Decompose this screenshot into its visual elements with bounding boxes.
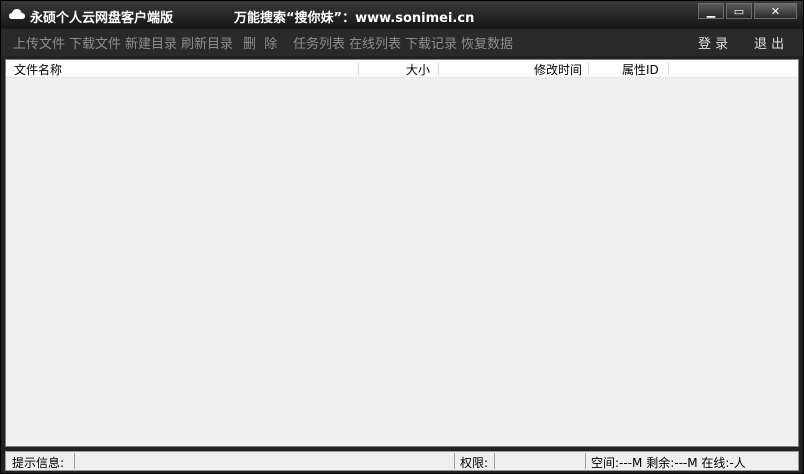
column-divider[interactable] xyxy=(668,62,669,75)
task-list-button[interactable]: 任务列表 xyxy=(293,33,345,52)
status-divider xyxy=(494,453,495,469)
delete-button[interactable]: 删 除 xyxy=(243,33,277,52)
new-directory-button[interactable]: 新建目录 xyxy=(125,33,177,52)
toolbar: 上传文件 下载文件 新建目录 刷新目录 删 除 任务列表 在线列表 下载记录 恢… xyxy=(1,29,803,56)
status-divider xyxy=(454,453,455,469)
status-divider xyxy=(585,453,586,469)
logout-button[interactable]: 退 出 xyxy=(754,33,784,52)
status-bar: 提示信息: 权限: 空间:---M 剩余:---M 在线:-人 xyxy=(5,451,799,471)
column-modified-time[interactable]: 修改时间 xyxy=(444,61,582,77)
app-window: 永硕个人云网盘客户端版 万能搜索“搜你妹”：www.sonimei.cn ▁ ▭… xyxy=(0,0,804,474)
file-list[interactable]: 文件名称 大小 修改时间 属性ID xyxy=(5,59,799,447)
permission-label: 权限: xyxy=(460,456,489,470)
status-divider xyxy=(74,453,75,469)
download-log-button[interactable]: 下载记录 xyxy=(405,33,457,52)
download-file-button[interactable]: 下载文件 xyxy=(69,33,121,52)
column-divider[interactable] xyxy=(588,62,589,75)
column-divider[interactable] xyxy=(358,62,359,75)
column-attribute-id[interactable]: 属性ID xyxy=(622,61,659,77)
file-list-header: 文件名称 大小 修改时间 属性ID xyxy=(6,60,798,78)
close-icon: ✕ xyxy=(770,4,781,18)
restore-data-button[interactable]: 恢复数据 xyxy=(461,33,513,52)
search-slogan: 万能搜索“搜你妹”：www.sonimei.cn xyxy=(234,11,475,26)
online-list-button[interactable]: 在线列表 xyxy=(349,33,401,52)
close-button[interactable]: ✕ xyxy=(754,3,797,19)
hint-label: 提示信息: xyxy=(12,456,65,470)
cloud-icon xyxy=(9,9,25,19)
space-info: 空间:---M 剩余:---M 在线:-人 xyxy=(591,456,746,470)
refresh-directory-button[interactable]: 刷新目录 xyxy=(181,33,233,52)
maximize-icon: ▭ xyxy=(733,4,745,18)
window-title: 永硕个人云网盘客户端版 xyxy=(30,11,174,26)
title-bar[interactable]: 永硕个人云网盘客户端版 万能搜索“搜你妹”：www.sonimei.cn ▁ ▭… xyxy=(1,1,803,29)
upload-file-button[interactable]: 上传文件 xyxy=(13,33,65,52)
column-filename[interactable]: 文件名称 xyxy=(14,61,62,77)
column-divider[interactable] xyxy=(438,62,439,75)
maximize-button[interactable]: ▭ xyxy=(726,3,752,19)
column-size[interactable]: 大小 xyxy=(364,61,430,77)
minimize-button[interactable]: ▁ xyxy=(698,3,724,19)
login-button[interactable]: 登 录 xyxy=(698,33,728,52)
minimize-icon: ▁ xyxy=(706,4,716,18)
